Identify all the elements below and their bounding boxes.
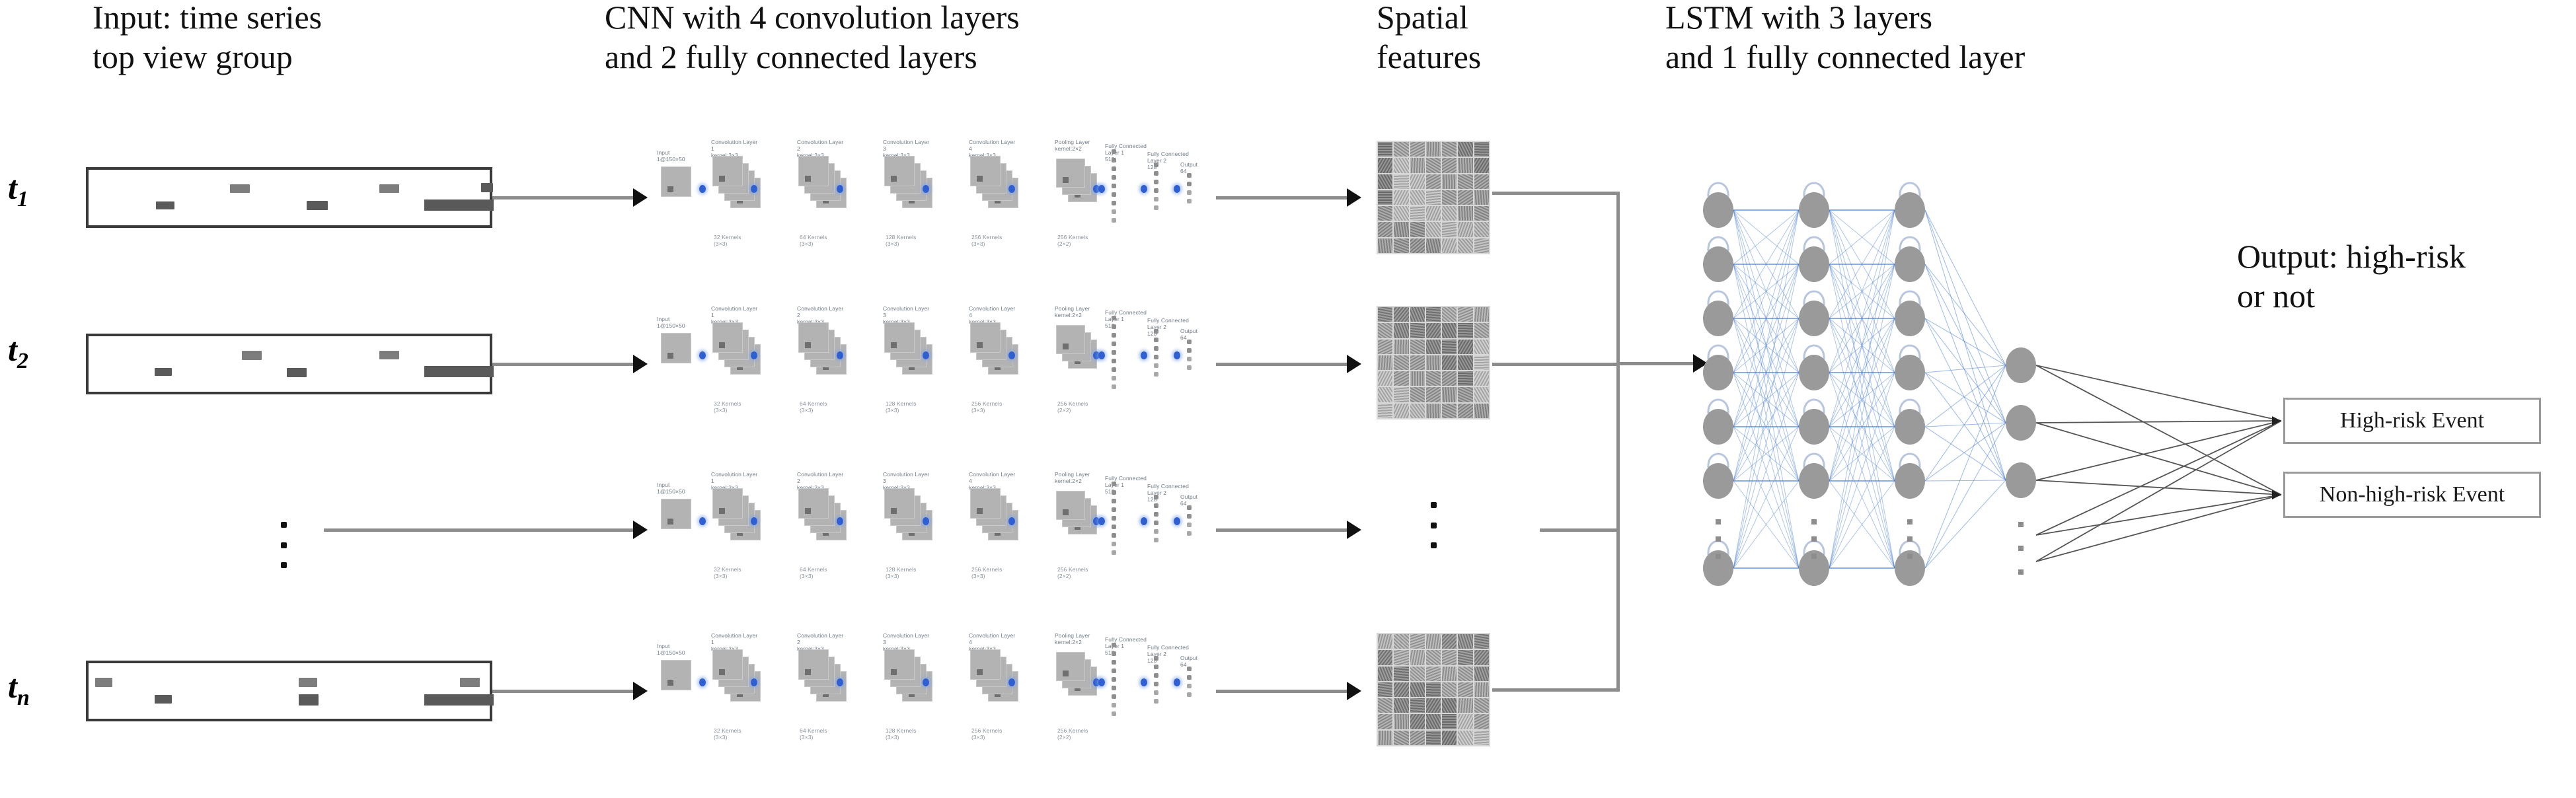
lstm-node bbox=[1895, 246, 1925, 282]
lstm-node bbox=[1895, 355, 1925, 390]
lstm-fc-connection bbox=[1924, 480, 2006, 482]
output-connection bbox=[2035, 480, 2282, 495]
lstm-node bbox=[1703, 301, 1733, 336]
lstm-network bbox=[1703, 182, 2282, 586]
lstm-column-ellipsis-dot bbox=[1907, 536, 1913, 542]
lstm-fc-connection bbox=[1924, 209, 2006, 481]
lstm-fc-connection bbox=[1924, 372, 2006, 423]
output-connection bbox=[2035, 494, 2282, 536]
lstm-node bbox=[1703, 463, 1733, 499]
lstm-fc-ellipsis-dot bbox=[2018, 522, 2024, 527]
lstm-node bbox=[1799, 355, 1829, 390]
lstm-fc-connection bbox=[1924, 264, 2006, 366]
lstm-node bbox=[1895, 192, 1925, 228]
lstm-node bbox=[1799, 409, 1829, 445]
arrowhead bbox=[2272, 490, 2281, 499]
lstm-node bbox=[1895, 409, 1925, 445]
lstm-node bbox=[1799, 463, 1829, 499]
lstm-node bbox=[1703, 246, 1733, 282]
lstm-column-ellipsis-dot bbox=[1716, 536, 1721, 542]
lstm-fc-connection bbox=[1924, 480, 2006, 569]
lstm-node bbox=[1799, 246, 1829, 282]
lstm-node bbox=[1703, 192, 1733, 228]
lstm-fc-node bbox=[2006, 462, 2036, 498]
lstm-node bbox=[1895, 301, 1925, 336]
lstm-fc-connection bbox=[1924, 209, 2006, 423]
output-connection bbox=[2035, 420, 2282, 562]
lstm-fc-node bbox=[2006, 347, 2036, 383]
output-connection bbox=[2035, 420, 2282, 536]
output-connection bbox=[2035, 420, 2282, 423]
lstm-column-ellipsis-dot bbox=[1716, 554, 1721, 559]
output-connection bbox=[2035, 494, 2282, 562]
output-box-high-risk[interactable]: High-risk Event bbox=[2283, 398, 2541, 444]
lstm-node bbox=[1895, 463, 1925, 499]
lstm-fc-node bbox=[2006, 405, 2036, 441]
lstm-fc-connection bbox=[1924, 264, 2006, 481]
output-box-non-high-risk[interactable]: Non-high-risk Event bbox=[2283, 472, 2541, 518]
lstm-column-ellipsis-dot bbox=[1811, 519, 1817, 525]
lstm-node bbox=[1703, 409, 1733, 445]
lstm-column-ellipsis-dot bbox=[1907, 554, 1913, 559]
output-connection bbox=[2035, 422, 2282, 495]
lstm-column-ellipsis-dot bbox=[1811, 536, 1817, 542]
lstm-column-ellipsis-dot bbox=[1907, 519, 1913, 525]
lstm-fc-ellipsis-dot bbox=[2018, 546, 2024, 551]
lstm-column-ellipsis-dot bbox=[1811, 554, 1817, 559]
output-connection bbox=[2035, 365, 2282, 421]
lstm-node bbox=[1799, 192, 1829, 228]
lstm-node bbox=[1799, 301, 1829, 336]
lstm-column-ellipsis-dot bbox=[1716, 519, 1721, 525]
lstm-fc-ellipsis-dot bbox=[2018, 569, 2024, 575]
lstm-fc-connection bbox=[1924, 422, 2006, 569]
lstm-fc-connection bbox=[1924, 318, 2006, 423]
lstm-node bbox=[1703, 355, 1733, 390]
